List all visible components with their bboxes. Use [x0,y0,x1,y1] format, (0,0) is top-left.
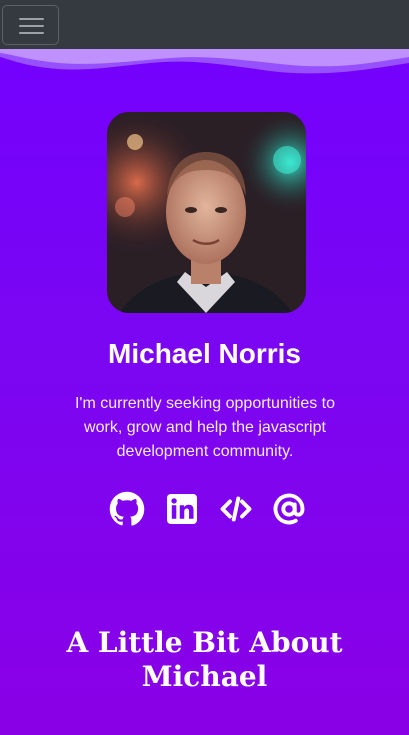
code-icon[interactable] [218,491,254,527]
menu-toggle-button[interactable] [2,5,59,45]
header-wave-decoration [0,49,409,74]
profile-name: Michael Norris [108,338,301,369]
navbar [0,0,409,50]
linkedin-icon[interactable] [164,491,200,527]
github-icon[interactable] [109,491,145,527]
profile-bio: I'm currently seeking opportunities to w… [74,395,336,460]
hamburger-menu-icon [19,18,44,20]
social-links [109,491,309,527]
profile-photo [107,112,306,313]
about-heading: A Little Bit About Michael [66,626,343,693]
at-sign-icon[interactable] [271,491,307,527]
